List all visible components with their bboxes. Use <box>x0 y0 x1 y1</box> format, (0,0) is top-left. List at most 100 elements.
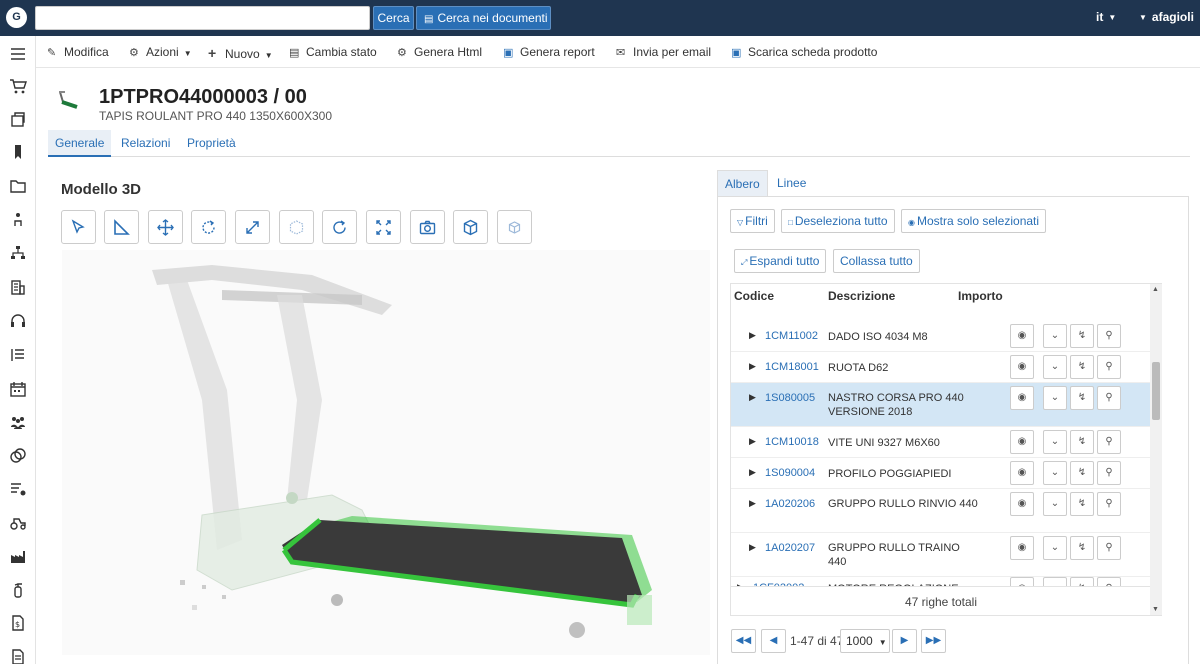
chevron-down-icon[interactable]: ⌄ <box>1043 536 1067 560</box>
headset-icon[interactable] <box>9 312 27 330</box>
search-icon[interactable]: ⚲ <box>1097 355 1121 379</box>
transparency-tool-button[interactable] <box>279 210 314 244</box>
solid-view-tool-button[interactable] <box>453 210 488 244</box>
boxes-icon[interactable] <box>9 110 27 128</box>
hierarchy-icon[interactable] <box>9 244 27 262</box>
factory-icon[interactable] <box>9 547 27 565</box>
cart-icon[interactable] <box>9 77 27 95</box>
eye-icon[interactable]: ◉ <box>1010 355 1034 379</box>
tab-relazioni[interactable]: Relazioni <box>114 130 177 157</box>
generate-report-button[interactable]: ▣ Genera report <box>503 45 595 59</box>
search-icon[interactable]: ⚲ <box>1097 492 1121 516</box>
move-tool-button[interactable] <box>148 210 183 244</box>
eye-icon[interactable]: ◉ <box>1010 492 1034 516</box>
expand-row-icon[interactable]: ▶ <box>749 467 756 478</box>
search-icon[interactable]: ⚲ <box>1097 461 1121 485</box>
deselect-all-button[interactable]: □ Deseleziona tutto <box>781 209 895 233</box>
row-code[interactable]: 1S090004 <box>765 467 815 479</box>
search-icon[interactable]: ⚲ <box>1097 324 1121 348</box>
eye-icon[interactable]: ◉ <box>1010 324 1034 348</box>
actions-menu[interactable]: ⚙ Azioni ▼ <box>129 45 192 59</box>
row-code[interactable]: 1CM11002 <box>765 330 818 342</box>
eye-icon[interactable]: ◉ <box>1010 461 1034 485</box>
scrollbar-thumb[interactable] <box>1152 362 1160 420</box>
grid-scrollbar[interactable]: ▲ ▼ <box>1150 284 1162 615</box>
table-row[interactable]: ▶ 1A020206 GRUPPO RULLO RINVIO 440 ◉ ⌄ ↯… <box>731 489 1151 533</box>
hierarchy-icon[interactable]: ↯ <box>1070 536 1094 560</box>
table-row[interactable]: ▶ 1S090004 PROFILO POGGIAPIEDI ◉ ⌄ ↯ ⚲ <box>731 458 1151 489</box>
user-menu[interactable]: ▼ afagioli <box>1139 10 1194 24</box>
coins-icon[interactable] <box>9 447 27 465</box>
hierarchy-icon[interactable]: ↯ <box>1070 386 1094 410</box>
chevron-down-icon[interactable]: ⌄ <box>1043 386 1067 410</box>
column-header-codice[interactable]: Codice <box>734 289 774 303</box>
send-email-button[interactable]: ✉ Invia per email <box>616 45 711 59</box>
zoom-tool-button[interactable] <box>235 210 270 244</box>
language-selector[interactable]: it ▼ <box>1096 10 1116 24</box>
search-input[interactable] <box>35 6 370 30</box>
filters-button[interactable]: ▽ Filtri <box>730 209 775 233</box>
first-page-button[interactable]: ◀◀ <box>731 629 756 653</box>
tab-proprieta[interactable]: Proprietà <box>180 130 243 157</box>
tractor-icon[interactable] <box>9 514 27 532</box>
table-row[interactable]: ▶ 1CM11002 DADO ISO 4034 M8 ◉ ⌄ ↯ ⚲ <box>731 320 1151 352</box>
expand-row-icon[interactable]: ▶ <box>749 330 756 341</box>
select-tool-button[interactable] <box>61 210 96 244</box>
search-icon[interactable]: ⚲ <box>1097 430 1121 454</box>
previous-page-button[interactable]: ◀ <box>761 629 786 653</box>
eye-icon[interactable]: ◉ <box>1010 386 1034 410</box>
document-icon[interactable] <box>9 648 27 664</box>
search-button[interactable]: Cerca <box>373 6 414 30</box>
calendar-icon[interactable] <box>9 380 27 398</box>
eye-icon[interactable]: ◉ <box>1010 536 1034 560</box>
search-icon[interactable]: ⚲ <box>1097 386 1121 410</box>
app-logo[interactable]: G <box>6 7 27 28</box>
show-selected-button[interactable]: ◉ Mostra solo selezionati <box>901 209 1047 233</box>
row-code[interactable]: 1CM10018 <box>765 436 819 448</box>
download-product-sheet-button[interactable]: ▣ Scarica scheda prodotto <box>731 45 877 59</box>
row-code[interactable]: 1A020207 <box>765 542 815 554</box>
measure-tool-button[interactable] <box>104 210 139 244</box>
row-code[interactable]: 1A020206 <box>765 498 815 510</box>
expand-row-icon[interactable]: ▶ <box>749 392 756 403</box>
hierarchy-icon[interactable]: ↯ <box>1070 492 1094 516</box>
explode-view-tool-button[interactable] <box>497 210 532 244</box>
screenshot-tool-button[interactable] <box>410 210 445 244</box>
row-code[interactable]: 1CM18001 <box>765 361 819 373</box>
generate-html-button[interactable]: ⚙ Genera Html <box>397 45 482 59</box>
rotate-tool-button[interactable] <box>191 210 226 244</box>
tab-generale[interactable]: Generale <box>48 130 112 157</box>
row-code[interactable]: 1S080005 <box>765 392 815 404</box>
column-header-importo[interactable]: Importo <box>958 289 1003 303</box>
next-page-button[interactable]: ▶ <box>892 629 917 653</box>
expand-row-icon[interactable]: ▶ <box>749 361 756 372</box>
chevron-down-icon[interactable]: ⌄ <box>1043 492 1067 516</box>
team-icon[interactable] <box>9 413 27 431</box>
column-header-descrizione[interactable]: Descrizione <box>828 289 895 303</box>
scroll-up-icon[interactable]: ▲ <box>1152 286 1159 293</box>
change-state-button[interactable]: ▤ Cambia stato <box>289 45 377 59</box>
scroll-down-icon[interactable]: ▼ <box>1152 606 1159 613</box>
invoice-icon[interactable]: $ <box>9 614 27 632</box>
tab-linee[interactable]: Linee <box>770 170 813 197</box>
expand-row-icon[interactable]: ▶ <box>749 436 756 447</box>
expand-row-icon[interactable]: ▶ <box>749 498 756 509</box>
chevron-down-icon[interactable]: ⌄ <box>1043 430 1067 454</box>
fit-tool-button[interactable] <box>366 210 401 244</box>
menu-icon[interactable] <box>9 45 27 63</box>
expand-all-button[interactable]: ⤢ Espandi tutto <box>734 249 827 273</box>
table-row[interactable]: ▶ 1CM10018 VITE UNI 9327 M6X60 ◉ ⌄ ↯ ⚲ <box>731 427 1151 458</box>
last-page-button[interactable]: ▶▶ <box>921 629 946 653</box>
eye-icon[interactable]: ◉ <box>1010 430 1034 454</box>
chevron-down-icon[interactable]: ⌄ <box>1043 355 1067 379</box>
reset-tool-button[interactable] <box>322 210 357 244</box>
folder-icon[interactable] <box>9 177 27 195</box>
chevron-down-icon[interactable]: ⌄ <box>1043 324 1067 348</box>
chevron-down-icon[interactable]: ⌄ <box>1043 461 1067 485</box>
building-icon[interactable] <box>9 278 27 296</box>
expand-row-icon[interactable]: ▶ <box>749 542 756 553</box>
table-row[interactable]: ▶ 1CM18001 RUOTA D62 ◉ ⌄ ↯ ⚲ <box>731 352 1151 383</box>
bookmark-icon[interactable] <box>9 143 27 161</box>
search-icon[interactable]: ⚲ <box>1097 536 1121 560</box>
hierarchy-icon[interactable]: ↯ <box>1070 324 1094 348</box>
